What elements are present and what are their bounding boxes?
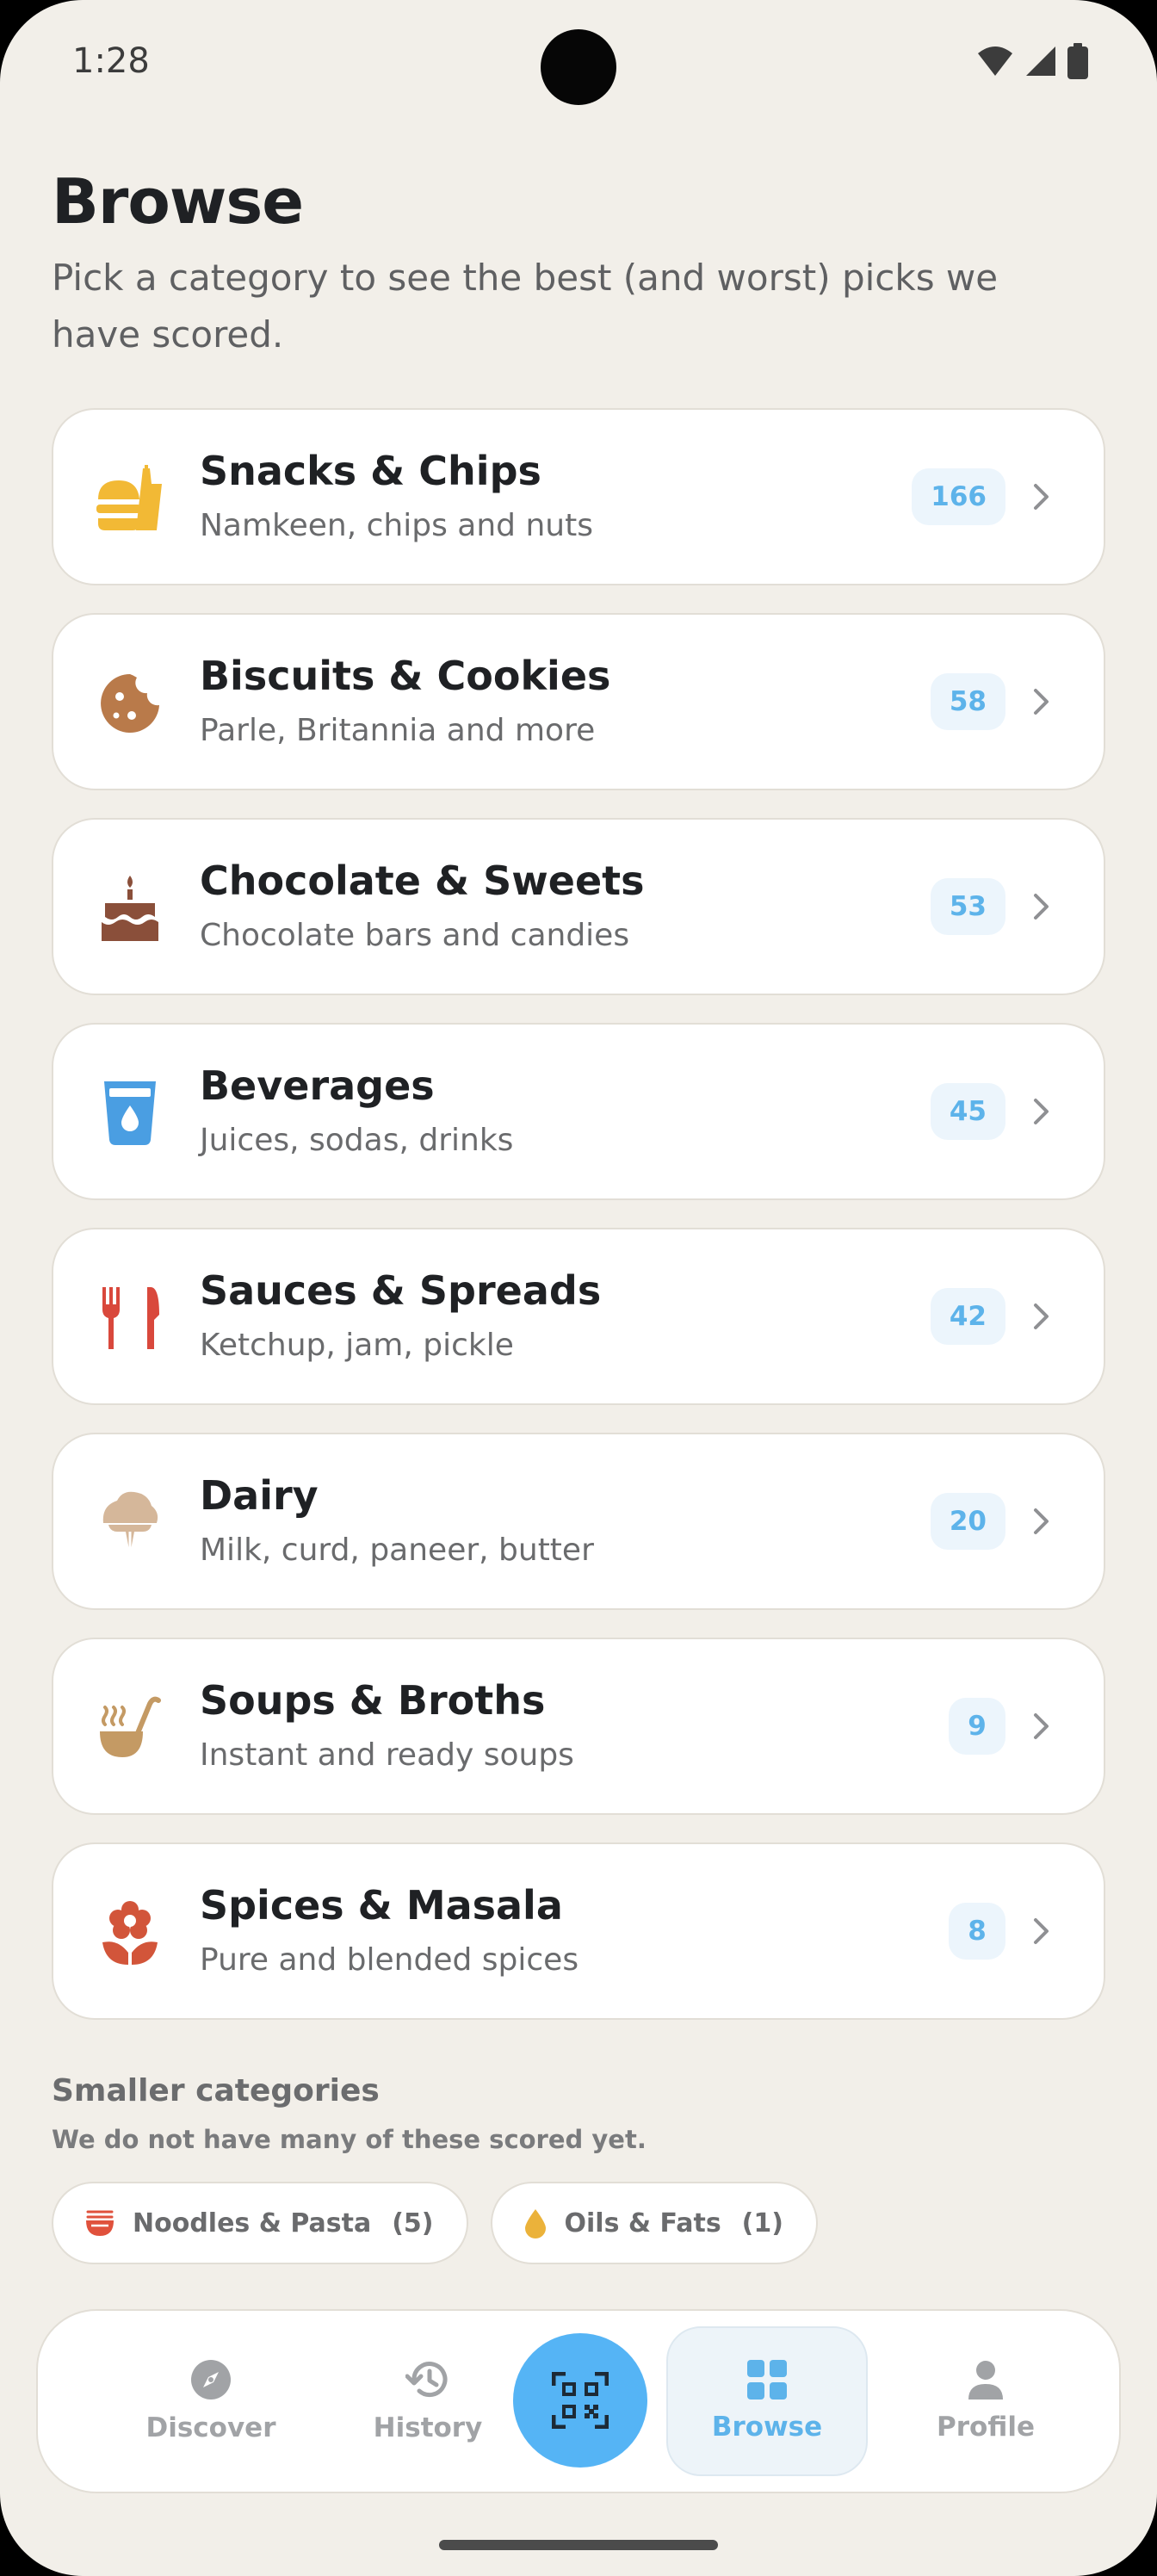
category-count-badge: 42 — [930, 1288, 1005, 1345]
category-name: Sauces & Spreads — [200, 1267, 602, 1314]
noodle-bowl-icon — [86, 2210, 114, 2236]
category-name: Chocolate & Sweets — [200, 858, 645, 904]
category-card-spices[interactable]: Spices & Masala Pure and blended spices … — [52, 1842, 1105, 2020]
category-count-badge: 45 — [930, 1083, 1005, 1140]
category-count-badge: 9 — [949, 1698, 1005, 1755]
flower-icon — [90, 1892, 170, 1973]
nav-label: Discover — [145, 2412, 276, 2443]
history-icon — [405, 2362, 448, 2398]
nav-item-browse[interactable]: Browse — [666, 2326, 868, 2476]
page-subtitle: Pick a category to see the best (and wor… — [52, 257, 999, 356]
category-card-soups[interactable]: Soups & Broths Instant and ready soups 9 — [52, 1638, 1105, 1815]
category-description: Namkeen, chips and nuts — [200, 508, 593, 543]
page-title: Browse — [52, 165, 304, 238]
category-description: Pure and blended spices — [200, 1942, 579, 1978]
nav-label: Profile — [937, 2412, 1035, 2443]
chevron-right-icon — [1034, 894, 1049, 920]
status-bar: 1:28 — [0, 0, 1157, 129]
category-count-badge: 20 — [930, 1493, 1005, 1550]
category-name: Beverages — [200, 1062, 435, 1109]
home-indicator[interactable] — [439, 2540, 718, 2550]
nav-label: Browse — [711, 2412, 823, 2443]
chevron-right-icon — [1034, 1918, 1049, 1944]
oil-drop-icon — [524, 2209, 546, 2239]
chip-count: (5) — [392, 2208, 434, 2239]
nav-item-profile[interactable]: Profile — [885, 2326, 1086, 2476]
person-icon — [968, 2361, 1003, 2400]
nav-label: History — [373, 2412, 483, 2443]
category-name: Snacks & Chips — [200, 448, 541, 494]
chevron-right-icon — [1034, 689, 1049, 715]
smaller-categories-subtitle: We do not have many of these scored yet. — [52, 2125, 647, 2154]
category-name: Dairy — [200, 1472, 319, 1519]
scan-button[interactable] — [513, 2333, 647, 2468]
category-card-biscuits[interactable]: Biscuits & Cookies Parle, Britannia and … — [52, 613, 1105, 790]
chip-label: Noodles & Pasta — [133, 2208, 372, 2239]
category-name: Biscuits & Cookies — [200, 653, 611, 699]
smaller-categories-title: Smaller categories — [52, 2073, 380, 2108]
chip-count: (1) — [741, 2208, 783, 2239]
category-card-beverages[interactable]: Beverages Juices, sodas, drinks 45 — [52, 1023, 1105, 1200]
chevron-right-icon — [1034, 1303, 1049, 1329]
status-icons — [976, 43, 1088, 79]
ice-cream-icon — [90, 1483, 170, 1564]
ladle-icon — [90, 1687, 170, 1768]
category-count-badge: 53 — [930, 878, 1005, 935]
category-description: Juices, sodas, drinks — [200, 1123, 514, 1158]
category-description: Milk, curd, paneer, butter — [200, 1533, 594, 1568]
compass-icon — [191, 2360, 231, 2400]
battery-icon — [1067, 43, 1088, 79]
category-count-badge: 8 — [949, 1903, 1005, 1960]
cup-icon — [90, 1073, 170, 1154]
nav-item-history[interactable]: History — [327, 2326, 529, 2476]
chip-noodles-pasta[interactable]: Noodles & Pasta (5) — [52, 2182, 468, 2264]
category-description: Ketchup, jam, pickle — [200, 1328, 514, 1363]
burger-fries-icon — [90, 458, 170, 539]
cake-icon — [90, 868, 170, 949]
category-name: Soups & Broths — [200, 1677, 546, 1724]
chevron-right-icon — [1034, 1713, 1049, 1739]
signal-icon — [1026, 46, 1055, 76]
grid-icon — [747, 2360, 787, 2400]
smaller-categories-chips: Noodles & Pasta (5) Oils & Fats (1) — [52, 2182, 818, 2264]
chevron-right-icon — [1034, 484, 1049, 510]
category-card-snacks[interactable]: Snacks & Chips Namkeen, chips and nuts 1… — [52, 408, 1105, 585]
cookie-icon — [90, 663, 170, 744]
bottom-navigation: Discover History Browse Profile — [36, 2309, 1121, 2493]
category-description: Chocolate bars and candies — [200, 918, 630, 953]
category-card-sauces[interactable]: Sauces & Spreads Ketchup, jam, pickle 42 — [52, 1228, 1105, 1405]
category-description: Instant and ready soups — [200, 1737, 574, 1773]
status-time: 1:28 — [72, 41, 150, 81]
chevron-right-icon — [1034, 1099, 1049, 1124]
cutlery-icon — [90, 1278, 170, 1359]
category-count-badge: 166 — [912, 468, 1005, 525]
wifi-icon — [978, 46, 1012, 76]
chevron-right-icon — [1034, 1508, 1049, 1534]
phone-screen: 1:28 Browse Pick a category to see the b… — [0, 0, 1157, 2576]
qr-scan-icon — [552, 2372, 609, 2429]
category-list: Snacks & Chips Namkeen, chips and nuts 1… — [52, 408, 1105, 2047]
chip-oils-fats[interactable]: Oils & Fats (1) — [490, 2182, 818, 2264]
camera-cutout — [541, 29, 616, 105]
category-description: Parle, Britannia and more — [200, 713, 596, 748]
category-count-badge: 58 — [930, 673, 1005, 730]
chip-label: Oils & Fats — [564, 2208, 721, 2239]
category-card-chocolate[interactable]: Chocolate & Sweets Chocolate bars and ca… — [52, 818, 1105, 995]
category-name: Spices & Masala — [200, 1882, 563, 1929]
category-card-dairy[interactable]: Dairy Milk, curd, paneer, butter 20 — [52, 1433, 1105, 1610]
nav-item-discover[interactable]: Discover — [110, 2326, 312, 2476]
